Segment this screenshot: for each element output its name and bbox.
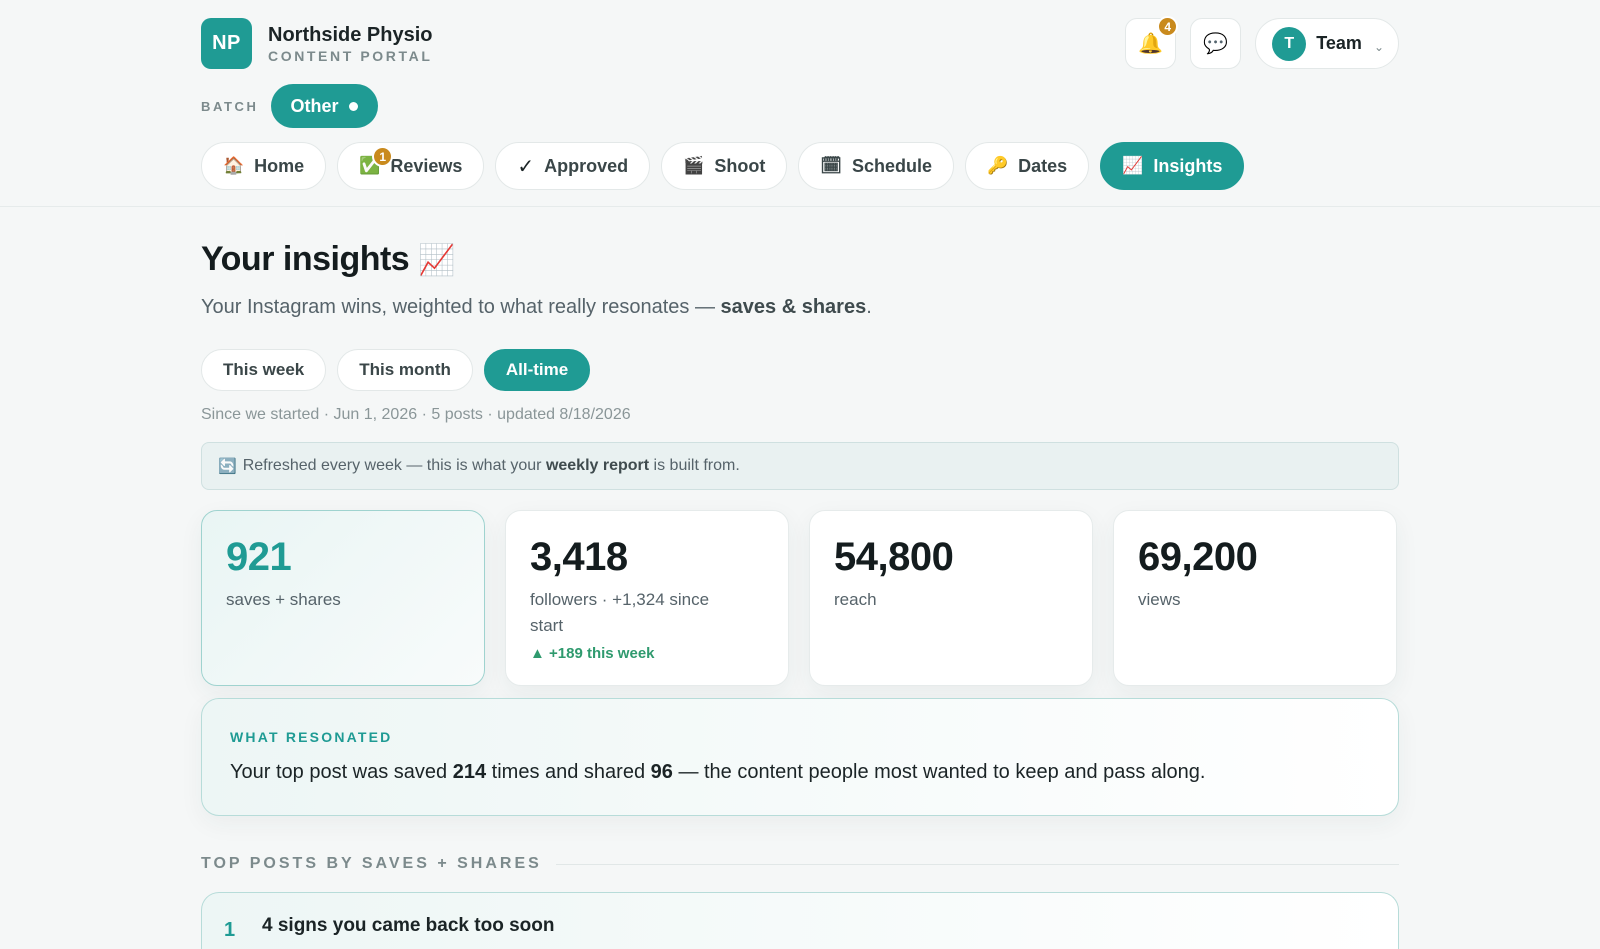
bell-icon: 🔔 (1138, 33, 1164, 55)
team-label: Team (1316, 33, 1362, 53)
batch-selector: BATCH Other (201, 84, 378, 128)
stat-value: 921 (226, 535, 292, 579)
res-text-3: — the content people most wanted to keep… (672, 761, 1206, 783)
stat-card-reach: 54,800 reach (809, 510, 1093, 686)
res-text-1: Your top post was saved (230, 761, 453, 783)
tab-home[interactable]: 🏠 Home (201, 142, 327, 190)
brand-text: Northside Physio CONTENT PORTAL (268, 23, 432, 65)
brand-name: Northside Physio (268, 23, 433, 46)
brand[interactable]: NP Northside Physio CONTENT PORTAL (201, 18, 432, 69)
tab-dates[interactable]: 🔑 Dates (964, 142, 1090, 190)
tab-schedule[interactable]: 🗓 Schedule (798, 142, 954, 190)
stat-delta: ▲ +189 this week (530, 645, 655, 662)
tab-label: Approved (544, 155, 629, 176)
post-title: 4 signs you came back too soon (262, 915, 555, 936)
chevron-down-icon: ⌄ (1373, 39, 1384, 54)
stat-card-saves-shares: 921 saves + shares (201, 510, 485, 686)
speech-bubble-icon: 💬 (1203, 33, 1229, 55)
stat-label: views (1138, 590, 1181, 609)
tab-label: Schedule (851, 155, 932, 176)
range-meta: Since we started · Jun 1, 2026 · 5 posts… (201, 406, 631, 423)
top-posts-heading: TOP POSTS BY SAVES + SHARES (201, 855, 1399, 873)
shared-count: 96 (650, 761, 673, 783)
notice-bold: weekly report (545, 457, 650, 474)
checkmark-icon: ✓ (517, 155, 535, 178)
range-this-month[interactable]: This month (337, 349, 473, 391)
avatar: T (1272, 26, 1307, 61)
what-resonated-text: Your top post was saved 214 times and sh… (230, 761, 1370, 784)
post-rank: 1 (224, 919, 236, 941)
stat-card-followers: 3,418 followers · +1,324 since start ▲ +… (505, 510, 789, 686)
tab-shoot[interactable]: 🎬 Shoot (661, 142, 788, 190)
what-resonated-label: WHAT RESONATED (230, 729, 393, 745)
team-menu-button[interactable]: T Team ⌄ (1255, 18, 1399, 69)
house-icon: 🏠 (223, 156, 245, 175)
notifications-button[interactable]: 🔔 4 (1125, 16, 1179, 69)
stat-value: 69,200 (1138, 535, 1258, 579)
page-title: Your insights 📈 (201, 240, 456, 279)
tab-label: Home (254, 155, 305, 176)
subtitle-bold: saves & shares (720, 296, 867, 318)
brand-logo: NP (201, 18, 252, 69)
chart-up-icon: 📈 (418, 244, 456, 277)
top-post-card[interactable]: 1 4 signs you came back too soon (201, 892, 1399, 949)
range-all-time[interactable]: All-time (483, 349, 591, 391)
tab-approved[interactable]: ✓ Approved (495, 142, 651, 190)
subtitle-suffix: . (866, 296, 872, 318)
page-title-text: Your insights (201, 240, 410, 278)
res-text-2: times and shared (486, 761, 651, 783)
tab-label: Dates (1018, 155, 1068, 176)
stat-label: reach (834, 590, 877, 609)
key-icon: 🔑 (986, 156, 1009, 175)
notice-prefix: Refreshed every week — this is what your (242, 457, 542, 474)
stat-label: saves + shares (226, 590, 341, 609)
stat-value: 3,418 (530, 535, 628, 579)
section-rule (555, 863, 1399, 865)
clapperboard-icon: 🎬 (683, 156, 705, 175)
calendar-icon: 🗓 (820, 156, 842, 175)
stats-row: 921 saves + shares 3,418 followers · +1,… (201, 510, 1399, 686)
tab-reviews[interactable]: ✅ 1 Reviews (337, 142, 485, 190)
notice-suffix: is built from. (653, 457, 740, 474)
refresh-icon: 🔄 (218, 458, 237, 475)
refresh-notice: 🔄 Refreshed every week — this is what yo… (201, 442, 1399, 490)
section-title: TOP POSTS BY SAVES + SHARES (201, 855, 542, 872)
saved-count: 214 (452, 761, 487, 783)
tab-insights[interactable]: 📈 Insights (1100, 142, 1245, 190)
batch-label: BATCH (201, 98, 259, 114)
main-nav: 🏠 Home ✅ 1 Reviews ✓ Approved 🎬 Shoot 🗓 … (201, 142, 1245, 190)
status-dot-icon (348, 101, 358, 111)
brand-subtitle: CONTENT PORTAL (268, 47, 433, 64)
time-range-selector: This week This month All-time (201, 349, 591, 391)
batch-value: Other (290, 95, 339, 116)
tab-label: Shoot (714, 155, 766, 176)
notifications-badge: 4 (1157, 16, 1179, 37)
page-subtitle: Your Instagram wins, weighted to what re… (201, 296, 872, 319)
chart-up-icon: 📈 (1122, 156, 1144, 175)
batch-pill[interactable]: Other (270, 84, 378, 128)
subtitle-prefix: Your Instagram wins, weighted to what re… (201, 296, 721, 318)
range-this-week[interactable]: This week (201, 349, 327, 391)
tab-label: Insights (1153, 155, 1223, 176)
header-actions: 🔔 4 💬 T Team ⌄ (1125, 16, 1399, 69)
what-resonated-card: WHAT RESONATED Your top post was saved 2… (201, 698, 1399, 816)
stat-label: followers · +1,324 since start (530, 590, 710, 635)
tab-label: Reviews (390, 155, 463, 176)
header-divider (0, 206, 1600, 207)
messages-button[interactable]: 💬 (1190, 18, 1242, 69)
stat-card-views: 69,200 views (1113, 510, 1397, 686)
stat-value: 54,800 (834, 535, 954, 579)
